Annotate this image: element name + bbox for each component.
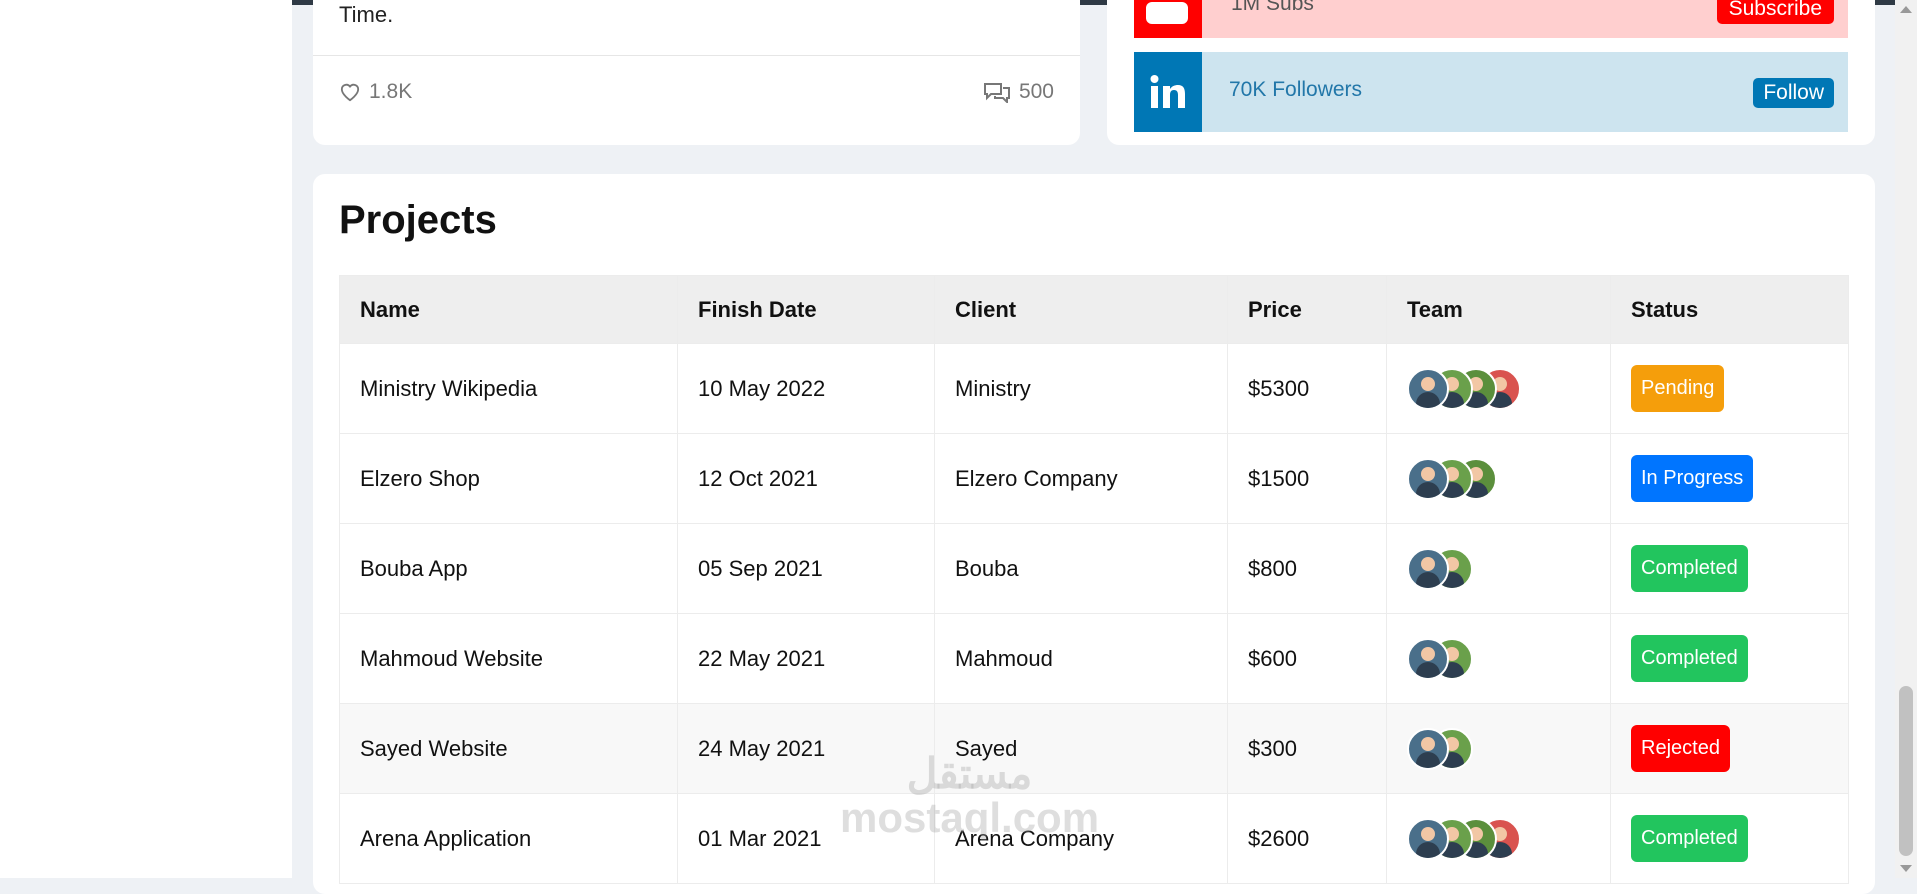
linkedin-followers[interactable]: 70K Followers (1229, 78, 1362, 102)
youtube-count: 1M Subs (1231, 0, 1314, 15)
scrollbar[interactable] (1895, 0, 1917, 878)
table-row: Elzero Shop 12 Oct 2021 Elzero Company $150… (339, 433, 1849, 524)
header-status: Status (1610, 275, 1849, 344)
cell-client: Ministry (934, 343, 1228, 434)
status-badge: Rejected (1631, 725, 1730, 772)
cell-status: Pending (1610, 343, 1849, 434)
cell-finish-date: 12 Oct 2021 (677, 433, 935, 524)
team-avatars (1407, 637, 1590, 680)
avatar[interactable] (1407, 637, 1449, 680)
cell-client: Mahmoud (934, 613, 1228, 704)
scroll-down-arrow-icon[interactable] (1900, 865, 1912, 872)
cell-status: Completed (1610, 793, 1849, 884)
avatar[interactable] (1407, 457, 1449, 500)
cell-team (1386, 433, 1611, 524)
cell-name: Elzero Shop (339, 433, 678, 524)
projects-title: Projects (339, 198, 497, 242)
avatar[interactable] (1407, 817, 1449, 860)
cell-price: $2600 (1227, 793, 1387, 884)
cell-status: Completed (1610, 523, 1849, 614)
team-avatars (1407, 367, 1590, 410)
status-badge: Completed (1631, 635, 1748, 682)
cell-price: $5300 (1227, 343, 1387, 434)
team-avatars (1407, 727, 1590, 770)
youtube-icon (1134, 0, 1202, 38)
post-card: Time. 1.8K 500 (313, 0, 1080, 145)
cell-client: Bouba (934, 523, 1228, 614)
cell-team (1386, 343, 1611, 434)
avatar[interactable] (1407, 367, 1449, 410)
post-text: Time. (339, 2, 394, 27)
cell-team (1386, 613, 1611, 704)
sidebar (0, 0, 292, 878)
watermark: مستقل mostaql.com (840, 752, 1099, 840)
cell-name: Arena Application (339, 793, 678, 884)
cell-name: Bouba App (339, 523, 678, 614)
cell-client: Elzero Company (934, 433, 1228, 524)
follow-button[interactable]: Follow (1753, 78, 1834, 108)
cell-finish-date: 10 May 2022 (677, 343, 935, 434)
watermark-latin: mostaql.com (840, 794, 1100, 841)
header-team: Team (1386, 275, 1611, 344)
cell-name: Sayed Website (339, 703, 678, 794)
header-client: Client (934, 275, 1228, 344)
cell-status: In Progress (1610, 433, 1849, 524)
scroll-up-arrow-icon[interactable] (1900, 6, 1912, 13)
comments-count: 500 (1018, 80, 1054, 103)
cell-finish-date: 22 May 2021 (677, 613, 935, 704)
likes-count: 1.8K (369, 80, 413, 103)
header-finish-date: Finish Date (677, 275, 935, 344)
cell-team (1386, 793, 1611, 884)
status-badge: Completed (1631, 815, 1748, 862)
cell-price: $800 (1227, 523, 1387, 614)
linkedin-row: 70K Followers Follow (1134, 52, 1848, 132)
youtube-row: 1M Subs Subscribe (1134, 0, 1848, 38)
cell-price: $300 (1227, 703, 1387, 794)
linkedin-icon (1134, 52, 1202, 132)
comments-icon (983, 83, 1010, 103)
cell-team (1386, 523, 1611, 614)
status-badge: In Progress (1631, 455, 1754, 502)
team-avatars (1407, 547, 1590, 590)
avatar[interactable] (1407, 727, 1449, 770)
status-badge: Pending (1631, 365, 1725, 412)
table-row: Mahmoud Website 22 May 2021 Mahmoud $600 Com… (339, 613, 1849, 704)
heart-icon (340, 83, 360, 102)
watermark-arabic: مستقل (906, 750, 1033, 797)
cell-status: Rejected (1610, 703, 1849, 794)
subscribe-button[interactable]: Subscribe (1716, 0, 1834, 24)
table-row: Bouba App 05 Sep 2021 Bouba $800 Completed (339, 523, 1849, 614)
comments[interactable]: 500 (983, 80, 1054, 104)
social-media-card: 1M Subs Subscribe 70K Followers Follow (1107, 0, 1875, 145)
likes[interactable]: 1.8K (339, 80, 412, 104)
team-avatars (1407, 457, 1590, 500)
cell-price: $600 (1227, 613, 1387, 704)
avatar[interactable] (1407, 547, 1449, 590)
team-avatars (1407, 817, 1590, 860)
cell-name: Ministry Wikipedia (339, 343, 678, 434)
header-price: Price (1227, 275, 1387, 344)
header-name: Name (339, 275, 678, 344)
cell-status: Completed (1610, 613, 1849, 704)
table-header-row: Name Finish Date Client Price Team Statu… (339, 275, 1849, 344)
cell-team (1386, 703, 1611, 794)
scrollbar-thumb[interactable] (1899, 686, 1913, 856)
cell-finish-date: 05 Sep 2021 (677, 523, 935, 614)
cell-price: $1500 (1227, 433, 1387, 524)
table-row: Ministry Wikipedia 10 May 2022 Ministry $53… (339, 343, 1849, 434)
post-divider (313, 55, 1080, 56)
cell-name: Mahmoud Website (339, 613, 678, 704)
status-badge: Completed (1631, 545, 1748, 592)
